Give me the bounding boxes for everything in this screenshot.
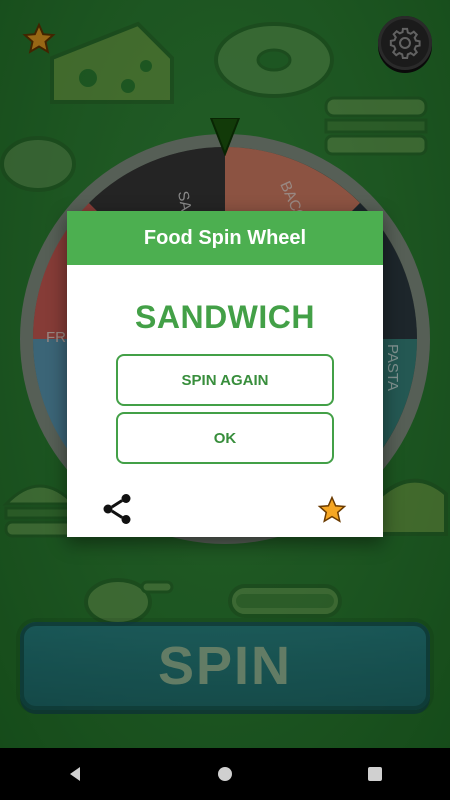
rate-button[interactable]: [317, 495, 347, 525]
result-text: SANDWICH: [135, 299, 315, 335]
spin-again-button[interactable]: SPIN AGAIN: [116, 354, 334, 406]
dialog-title: Food Spin Wheel: [67, 211, 383, 265]
recents-square-icon: [368, 767, 382, 781]
ok-button[interactable]: OK: [116, 412, 334, 464]
nav-home-button[interactable]: [205, 754, 245, 794]
app-screen: SANDWICH BACON PASTA FRIES SPIN Food Spi…: [0, 0, 450, 748]
nav-recents-button[interactable]: [355, 754, 395, 794]
back-triangle-icon: [70, 767, 80, 781]
share-button[interactable]: [99, 491, 135, 527]
home-circle-icon: [218, 767, 232, 781]
share-icon: [103, 494, 131, 524]
system-nav-bar: [0, 748, 450, 800]
result-dialog: Food Spin Wheel SANDWICH SPIN AGAIN OK: [67, 211, 383, 537]
nav-back-button[interactable]: [55, 754, 95, 794]
star-icon: [317, 495, 347, 523]
